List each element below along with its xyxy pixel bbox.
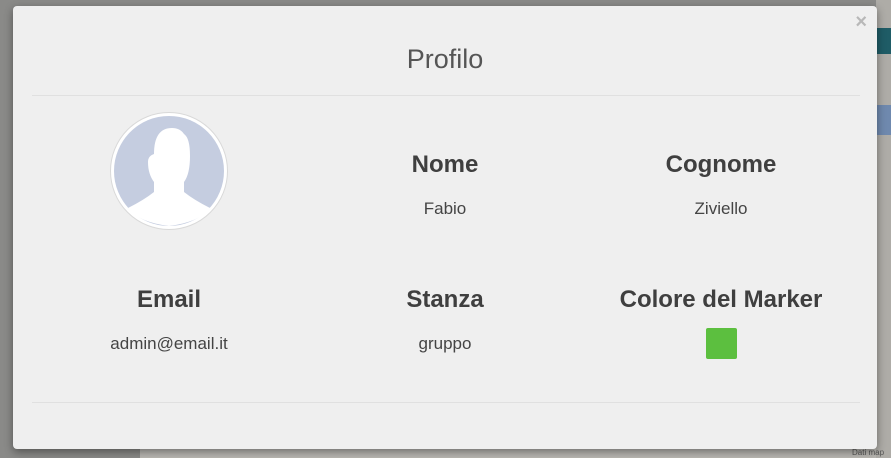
colore-marker-label: Colore del Marker	[619, 286, 823, 313]
default-user-silhouette-icon	[114, 116, 224, 226]
marker-color-swatch	[705, 328, 737, 359]
avatar	[110, 112, 228, 230]
map-water-area	[876, 105, 891, 135]
close-button[interactable]: ×	[855, 12, 867, 32]
field-cognome: Cognome Ziviello	[606, 151, 836, 219]
stanza-value: gruppo	[418, 334, 472, 353]
email-value: admin@email.it	[110, 334, 228, 353]
stanza-label: Stanza	[406, 286, 484, 313]
cognome-value: Ziviello	[694, 199, 748, 218]
field-stanza: Stanza gruppo	[330, 286, 560, 354]
field-email: Email admin@email.it	[54, 286, 284, 354]
modal-title: Profilo	[406, 44, 484, 74]
field-colore-marker: Colore del Marker	[593, 286, 849, 364]
email-label: Email	[136, 286, 202, 313]
header-divider	[32, 95, 860, 96]
map-attribution: Dati map	[852, 448, 885, 457]
footer-divider	[32, 402, 860, 403]
nome-label: Nome	[411, 151, 479, 178]
map-strip-right	[876, 0, 891, 458]
profile-modal: × Profilo Nome Fabio Cognome Ziviello Em…	[13, 6, 877, 449]
field-nome: Nome Fabio	[330, 151, 560, 219]
nome-value: Fabio	[423, 199, 467, 218]
map-header-edge	[876, 28, 891, 54]
cognome-label: Cognome	[665, 151, 777, 178]
